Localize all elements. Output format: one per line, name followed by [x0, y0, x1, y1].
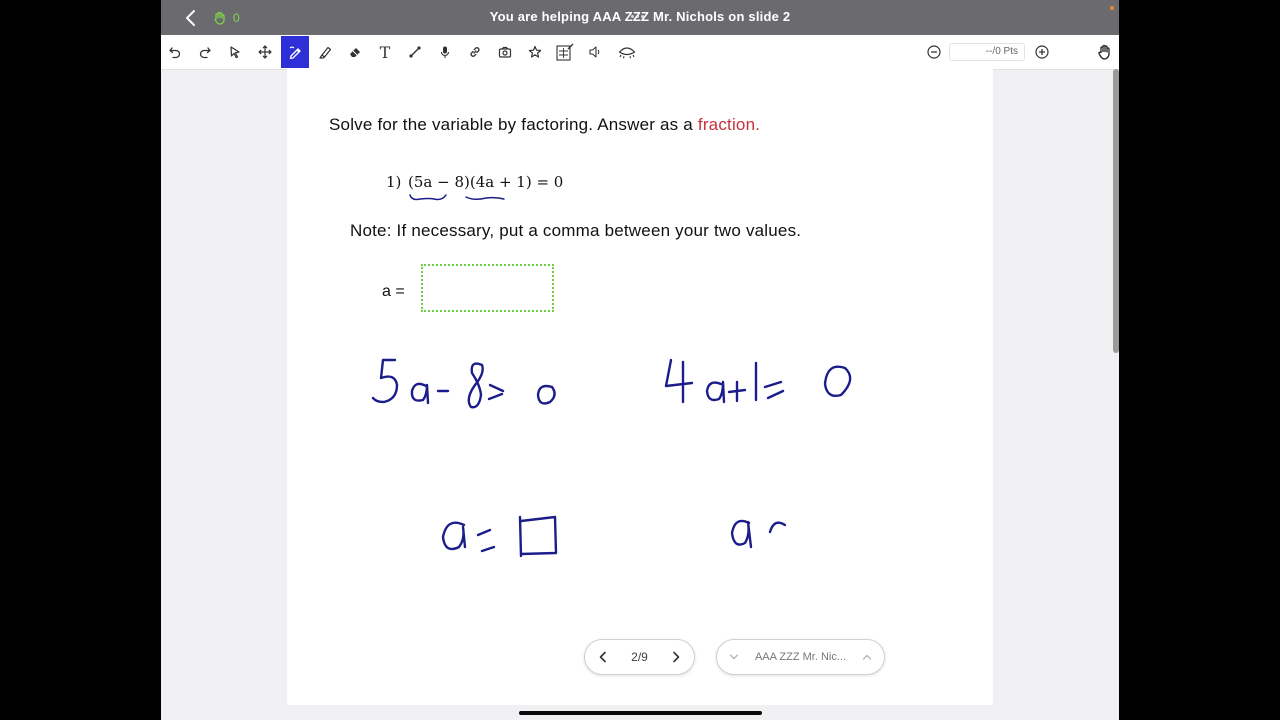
status-dot — [1110, 6, 1114, 10]
ink-8 — [467, 362, 484, 409]
ink-a — [410, 382, 430, 405]
star-icon[interactable] — [521, 38, 549, 66]
annotation-toolbar: T --/0 Pts — [161, 35, 1119, 70]
home-indicator[interactable] — [519, 711, 762, 715]
next-slide-icon[interactable] — [668, 649, 684, 665]
slide-pager: 2/9 — [584, 639, 695, 675]
page-indicator: 2/9 — [631, 650, 648, 664]
grab-hand-icon[interactable] — [1096, 43, 1114, 61]
app-window: 0 You are helping AAA ZZZ Mr. Nichols on… — [161, 0, 1119, 720]
ink-equals-2 — [763, 380, 785, 400]
points-field[interactable]: --/0 Pts — [949, 43, 1025, 61]
slide-canvas[interactable]: Solve for the variable by factoring. Ans… — [287, 69, 993, 705]
text-icon[interactable]: T — [371, 38, 399, 66]
ink-equals-3 — [476, 528, 496, 553]
ink-4 — [664, 358, 694, 404]
undo-icon[interactable] — [161, 38, 189, 66]
window-grabber[interactable] — [631, 5, 649, 18]
move-icon[interactable] — [251, 38, 279, 66]
eraser-icon[interactable] — [341, 38, 369, 66]
student-selector[interactable]: AAA ZZZ Mr. Nic... — [716, 639, 885, 675]
pen-icon[interactable] — [281, 36, 309, 68]
hide-eye-icon[interactable] — [613, 38, 641, 66]
increase-points-icon[interactable] — [1034, 44, 1050, 60]
scroll-thumb[interactable] — [1113, 69, 1119, 353]
vertical-scrollbar[interactable] — [1113, 69, 1119, 720]
chevron-up-icon[interactable] — [862, 653, 872, 661]
speaker-icon[interactable] — [581, 38, 609, 66]
microphone-icon[interactable] — [431, 38, 459, 66]
camera-icon[interactable] — [491, 38, 519, 66]
ink-zero-2 — [823, 365, 852, 398]
ink-5 — [371, 358, 399, 404]
highlighter-icon[interactable] — [311, 38, 339, 66]
ink-zero-1 — [536, 384, 556, 405]
ink-a-result-1 — [441, 521, 467, 551]
redo-icon[interactable] — [191, 38, 219, 66]
window-title: You are helping AAA ZZZ Mr. Nichols on s… — [489, 9, 791, 24]
ink-partial-stroke — [768, 521, 787, 534]
link-icon[interactable] — [461, 38, 489, 66]
math-tools-icon[interactable] — [551, 38, 579, 66]
decrease-points-icon[interactable] — [926, 44, 942, 60]
line-icon[interactable] — [401, 38, 429, 66]
top-bar: 0 You are helping AAA ZZZ Mr. Nichols on… — [161, 0, 1119, 35]
student-name: AAA ZZZ Mr. Nic... — [754, 651, 847, 663]
handwriting-layer — [371, 358, 852, 558]
ink-plus — [727, 380, 747, 403]
prev-slide-icon[interactable] — [595, 649, 611, 665]
ink-equals — [487, 383, 505, 401]
chevron-down-icon[interactable] — [729, 653, 739, 661]
ink-a-result-2 — [730, 519, 753, 549]
ink-box — [518, 515, 558, 558]
ink-a2 — [705, 380, 726, 404]
select-arrow-icon[interactable] — [221, 38, 249, 66]
